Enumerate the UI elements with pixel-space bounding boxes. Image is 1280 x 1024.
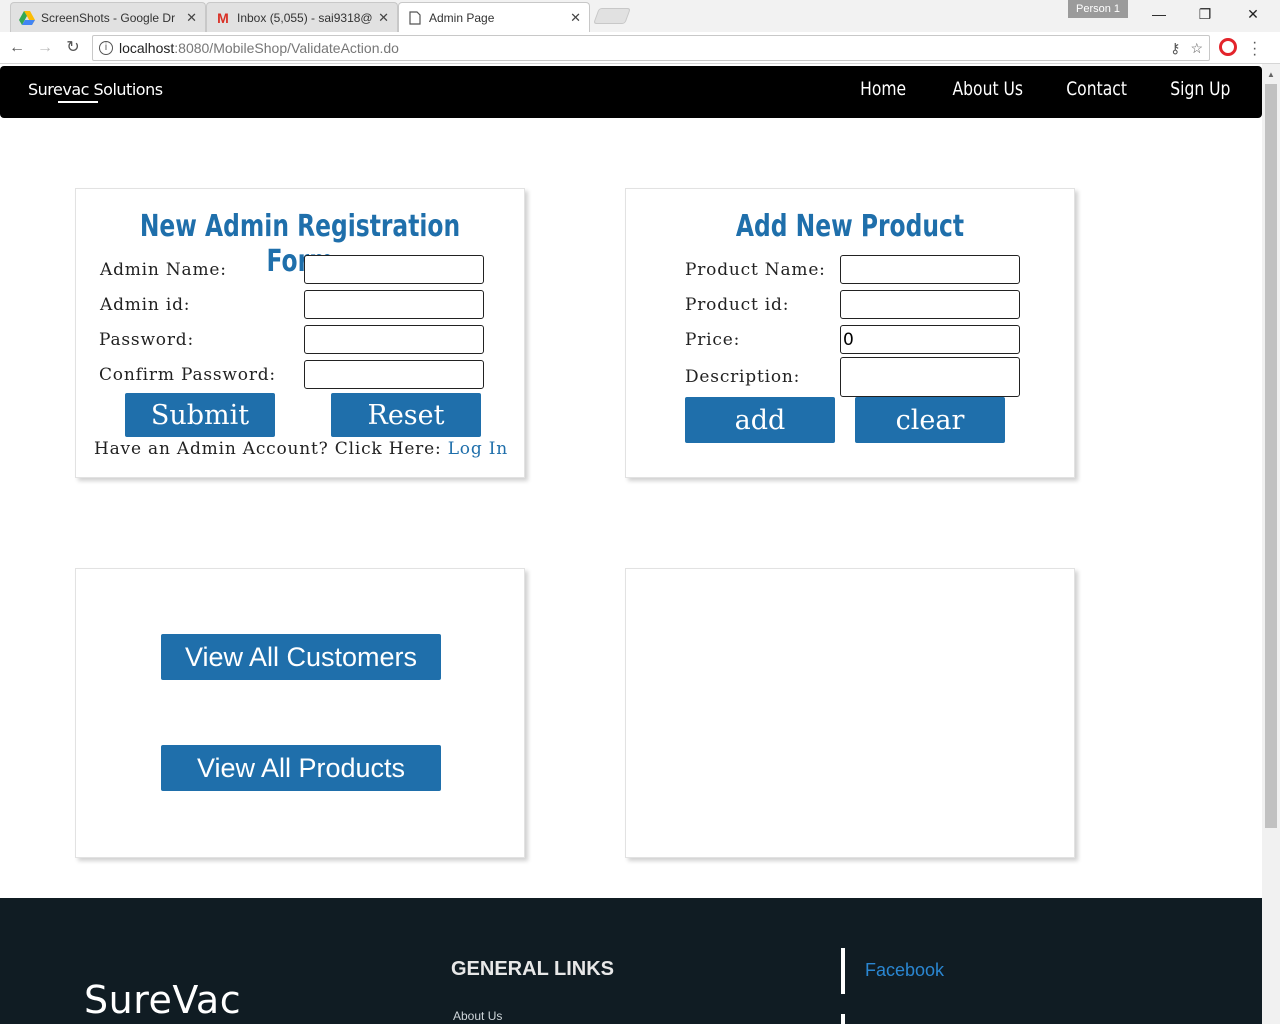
browser-menu-icon[interactable]: · · · — [1252, 35, 1258, 63]
nav-home-link[interactable]: Home — [861, 78, 907, 100]
password-label: Password: — [99, 330, 194, 350]
password-input[interactable] — [304, 325, 484, 354]
profile-badge[interactable]: Person 1 — [1068, 0, 1128, 18]
footer-divider — [841, 1014, 845, 1024]
view-actions-card: View All Customers View All Products — [75, 568, 525, 858]
page-icon — [407, 10, 423, 26]
brand-underline — [58, 101, 98, 103]
tab-title: Admin Page — [429, 10, 495, 25]
admin-id-input[interactable] — [304, 290, 484, 319]
description-textarea[interactable] — [840, 357, 1020, 397]
login-prompt-text: Have an Admin Account? Click Here: — [94, 439, 442, 459]
general-links-heading: GENERAL LINKS — [451, 958, 614, 980]
admin-id-label: Admin id: — [100, 295, 191, 315]
url-host: localhost — [119, 40, 175, 56]
scroll-up-icon[interactable]: ▲ — [1267, 70, 1275, 79]
view-all-products-button[interactable]: View All Products — [161, 745, 441, 791]
gmail-icon: M — [217, 9, 229, 26]
tab-gmail-inbox[interactable]: M Inbox (5,055) - sai9318@ ✕ — [206, 2, 398, 32]
address-bar-row: ← → ↻ i localhost:8080/MobileShop/Valida… — [0, 32, 1280, 64]
google-drive-icon — [19, 10, 35, 26]
view-all-customers-button[interactable]: View All Customers — [161, 634, 441, 680]
product-name-input[interactable] — [840, 255, 1020, 284]
price-label: Price: — [685, 330, 741, 350]
nav-contact-link[interactable]: Contact — [1066, 78, 1127, 100]
opera-extension-icon[interactable] — [1219, 38, 1237, 56]
brand-logo[interactable]: Surevac Solutions — [28, 80, 163, 99]
tab-title: ScreenShots - Google Dr — [41, 10, 176, 25]
page-viewport: Surevac Solutions Home About Us Contact … — [0, 64, 1262, 1024]
close-window-icon[interactable]: ✕ — [1230, 4, 1276, 24]
tab-close-icon[interactable]: ✕ — [570, 10, 581, 26]
confirm-password-input[interactable] — [304, 360, 484, 389]
scrollbar-thumb[interactable] — [1265, 84, 1277, 828]
facebook-link[interactable]: Facebook — [865, 960, 944, 981]
add-product-card: Add New Product Product Name: Product id… — [625, 188, 1075, 478]
site-info-icon[interactable]: i — [99, 41, 113, 55]
browser-tab-strip: ScreenShots - Google Dr ✕ M Inbox (5,055… — [0, 0, 1280, 32]
key-icon[interactable]: ⚷ — [1170, 40, 1180, 57]
page-scrollbar[interactable]: ▲ — [1262, 64, 1280, 1024]
empty-card — [625, 568, 1075, 858]
admin-name-label: Admin Name: — [100, 260, 227, 280]
tab-google-drive[interactable]: ScreenShots - Google Dr ✕ — [10, 2, 206, 32]
tab-admin-page[interactable]: Admin Page ✕ — [398, 2, 590, 32]
product-name-label: Product Name: — [685, 260, 826, 280]
forward-arrow-icon[interactable]: → — [34, 38, 56, 58]
admin-name-input[interactable] — [304, 255, 484, 284]
tab-close-icon[interactable]: ✕ — [186, 10, 197, 26]
login-prompt: Have an Admin Account? Click Here: Log I… — [94, 439, 508, 459]
reload-icon[interactable]: ↻ — [62, 38, 84, 58]
tab-title: Inbox (5,055) - sai9318@ — [237, 10, 373, 25]
product-id-label: Product id: — [685, 295, 790, 315]
footer-about-us-link[interactable]: About Us — [453, 1009, 502, 1023]
confirm-password-label: Confirm Password: — [99, 365, 276, 385]
footer-logo: SureVac — [84, 978, 242, 1022]
nav-sign-up-link[interactable]: Sign Up — [1170, 78, 1230, 100]
site-footer: SureVac GENERAL LINKS About Us Facebook — [0, 898, 1262, 1024]
bookmark-star-icon[interactable]: ☆ — [1190, 40, 1203, 57]
url-input[interactable]: i localhost:8080/MobileShop/ValidateActi… — [92, 35, 1210, 61]
tab-close-icon[interactable]: ✕ — [378, 10, 389, 26]
reset-button[interactable]: Reset — [331, 393, 481, 437]
submit-button[interactable]: Submit — [125, 393, 275, 437]
nav-about-us-link[interactable]: About Us — [952, 78, 1023, 100]
url-path: :8080/MobileShop/ValidateAction.do — [174, 40, 399, 56]
nav-links: Home About Us Contact Sign Up — [850, 78, 1230, 100]
restore-icon[interactable]: ❐ — [1182, 4, 1228, 24]
product-form-title: Add New Product — [735, 209, 965, 244]
clear-button[interactable]: clear — [855, 397, 1005, 443]
description-label: Description: — [685, 367, 801, 387]
new-tab-button[interactable] — [593, 8, 631, 24]
site-navbar: Surevac Solutions Home About Us Contact … — [0, 66, 1262, 118]
login-link[interactable]: Log In — [448, 439, 508, 459]
admin-registration-card: New Admin Registration Form Admin Name: … — [75, 188, 525, 478]
add-product-button[interactable]: add — [685, 397, 835, 443]
footer-divider — [841, 948, 845, 994]
minimize-icon[interactable]: — — [1136, 4, 1182, 24]
price-input[interactable] — [840, 325, 1020, 354]
back-arrow-icon[interactable]: ← — [6, 38, 28, 58]
product-id-input[interactable] — [840, 290, 1020, 319]
